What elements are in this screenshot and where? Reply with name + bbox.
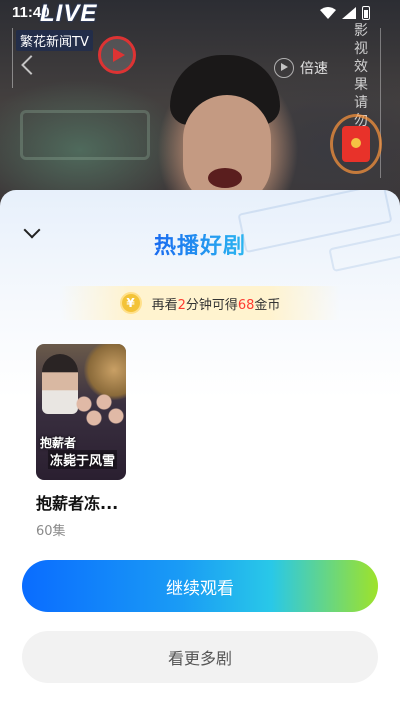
reward-suffix: 金币: [254, 297, 281, 313]
drama-poster[interactable]: 抱薪者 冻毙于风雪: [36, 344, 126, 480]
video-person-mouth: [208, 168, 242, 188]
play-speed-icon: [274, 58, 294, 78]
poster-cast-art: [70, 388, 126, 438]
sheet-title-text: 热播好剧: [153, 234, 246, 259]
drama-title: 抱薪者冻...: [36, 494, 119, 513]
reward-banner: ¥ 再看2分钟可得68金币: [60, 286, 340, 320]
red-packet-body: [342, 126, 370, 162]
sheet-title: 热播好剧: [0, 228, 400, 260]
reward-coins: 68: [237, 297, 255, 313]
poster-title-line2: 冻毙于风雪: [48, 450, 118, 469]
more-dramas-button[interactable]: 看更多剧: [22, 631, 378, 683]
reward-middle: 分钟可得: [185, 297, 238, 313]
video-background-sign: [20, 110, 150, 160]
reward-text: 再看2分钟可得68金币: [152, 294, 281, 313]
reward-prefix: 再看: [151, 297, 178, 313]
record-icon: [98, 36, 136, 74]
wifi-icon: [320, 7, 336, 19]
video-person-face: [183, 95, 271, 205]
drama-card[interactable]: 抱薪者 冻毙于风雪 抱薪者冻... 60集: [36, 344, 126, 539]
continue-watching-button[interactable]: 继续观看: [22, 560, 378, 612]
speed-button[interactable]: 倍速: [274, 58, 328, 78]
signal-icon: [342, 7, 356, 19]
channel-name: 繁花新闻TV: [16, 30, 93, 51]
status-icons: [320, 6, 370, 20]
recommend-sheet: 热播好剧 ¥ 再看2分钟可得68金币 抱薪者 冻毙于风雪 抱薪者冻... 60集…: [0, 190, 400, 711]
reward-minutes: 2: [177, 297, 186, 313]
poster-title-line1: 抱薪者: [40, 436, 77, 450]
divider-right: [380, 28, 381, 178]
drama-episode-count: 60集: [36, 524, 66, 539]
divider-left: [12, 28, 13, 88]
speed-label: 倍速: [300, 61, 328, 77]
live-logo: LIVE: [40, 0, 98, 27]
red-packet-icon[interactable]: [330, 114, 382, 174]
coin-icon: ¥: [119, 292, 142, 314]
battery-icon: [362, 6, 370, 20]
